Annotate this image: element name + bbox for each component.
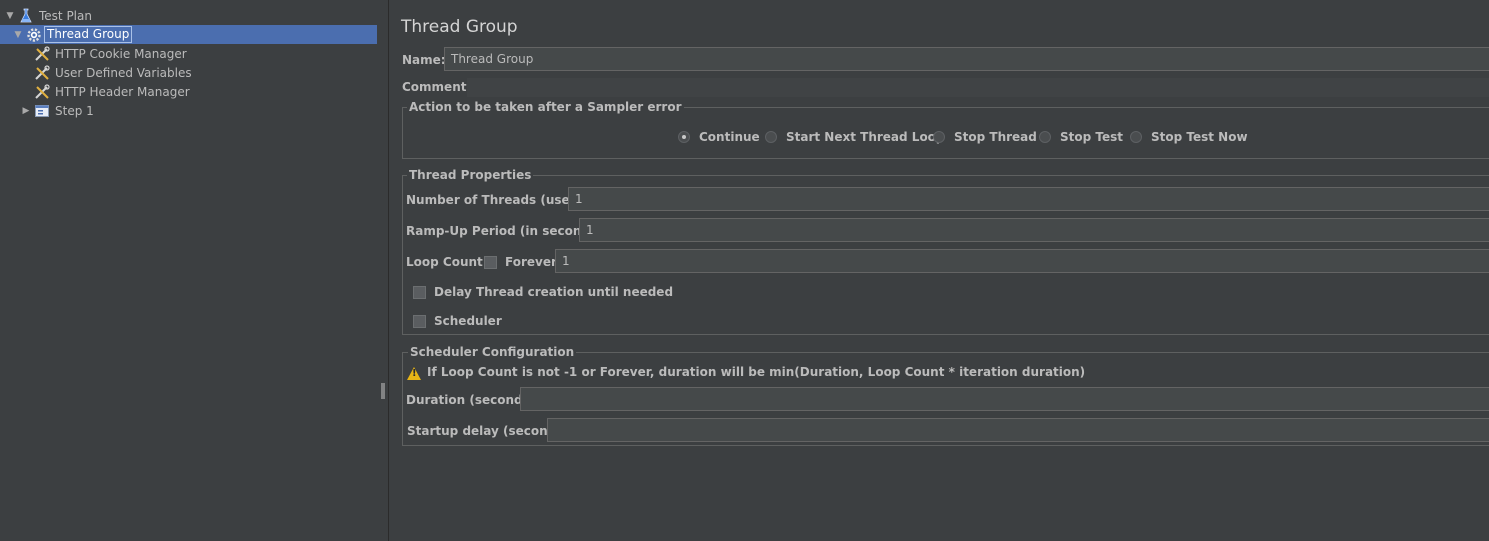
scheduler-label: Scheduler xyxy=(434,314,502,328)
page-title: Thread Group xyxy=(401,17,518,37)
expand-down-icon[interactable]: ▼ xyxy=(5,11,15,21)
threads-field[interactable]: 1 xyxy=(568,187,1489,211)
wrench-icon xyxy=(34,83,50,100)
wrench-icon xyxy=(34,64,50,81)
expand-down-icon[interactable]: ▼ xyxy=(13,30,23,40)
rampup-label: Ramp-Up Period (in seconds): xyxy=(406,224,608,238)
tree-item-label: User Defined Variables xyxy=(55,65,192,80)
tree-item-user-defined-variables[interactable]: User Defined Variables xyxy=(0,63,377,82)
checkbox-icon xyxy=(413,314,426,328)
radio-label: Stop Test xyxy=(1060,130,1123,144)
delay-thread-creation-checkbox[interactable]: Delay Thread creation until needed xyxy=(413,285,673,299)
radio-icon xyxy=(1130,131,1142,143)
rampup-field[interactable]: 1 xyxy=(579,218,1489,242)
radio-start-next-thread-loop[interactable]: Start Next Thread Loop xyxy=(765,130,945,144)
tree-item-thread-group[interactable]: ▼ Thread Group xyxy=(0,25,377,44)
radio-stop-thread[interactable]: Stop Thread xyxy=(933,130,1037,144)
tree-item-test-plan[interactable]: ▼ Test Plan xyxy=(0,6,377,25)
name-label: Name: xyxy=(402,53,446,67)
test-plan-tree: ▼ Test Plan ▼ Thread Group HTTP Cookie M… xyxy=(0,0,379,541)
radio-label: Stop Thread xyxy=(954,130,1037,144)
tree-item-http-header-manager[interactable]: HTTP Header Manager xyxy=(0,82,377,101)
jmeter-window: ▼ Test Plan ▼ Thread Group HTTP Cookie M… xyxy=(0,0,1489,541)
radio-label: Start Next Thread Loop xyxy=(786,130,945,144)
radio-icon xyxy=(1039,131,1051,143)
checkbox-icon xyxy=(413,285,426,299)
loop-count-label: Loop Count: xyxy=(406,255,488,269)
thread-group-panel: Thread Group Name: Thread Group Comments… xyxy=(389,0,1489,541)
delay-thread-label: Delay Thread creation until needed xyxy=(434,285,674,299)
wrench-icon xyxy=(34,45,50,62)
startup-delay-field[interactable] xyxy=(547,418,1489,442)
duration-label: Duration (seconds) xyxy=(406,393,536,407)
name-field[interactable]: Thread Group xyxy=(444,47,1489,71)
scheduler-warning: If Loop Count is not -1 or Forever, dura… xyxy=(407,365,1086,380)
sampler-error-group: Action to be taken after a Sampler error… xyxy=(402,100,1489,159)
checkbox-icon xyxy=(484,255,497,269)
radio-label: Continue xyxy=(699,130,760,144)
sampler-error-title: Action to be taken after a Sampler error xyxy=(407,100,684,114)
tree-item-label: Step 1 xyxy=(55,103,94,118)
radio-icon xyxy=(933,131,945,143)
tree-item-label: Thread Group xyxy=(44,26,133,43)
radio-stop-test-now[interactable]: Stop Test Now xyxy=(1130,130,1248,144)
radio-continue[interactable]: Continue xyxy=(678,130,760,144)
startup-delay-label: Startup delay (seconds) xyxy=(407,424,569,438)
tree-item-step-1[interactable]: ▶ Step 1 xyxy=(0,101,377,120)
radio-icon xyxy=(765,131,777,143)
scheduler-configuration-group: Scheduler Configuration If Loop Count is… xyxy=(402,345,1489,446)
radio-selected-icon xyxy=(678,131,690,143)
thread-properties-title: Thread Properties xyxy=(407,168,534,182)
tree-item-label: Test Plan xyxy=(39,8,92,23)
forever-label: Forever xyxy=(505,255,557,269)
name-row: Name: Thread Group xyxy=(401,47,1489,73)
tree-item-label: HTTP Header Manager xyxy=(55,84,190,99)
duration-field[interactable] xyxy=(520,387,1489,411)
scheduler-configuration-title: Scheduler Configuration xyxy=(408,345,577,359)
tree-item-http-cookie-manager[interactable]: HTTP Cookie Manager xyxy=(0,44,377,63)
forever-checkbox[interactable]: Forever xyxy=(484,255,557,269)
warning-icon xyxy=(407,366,421,380)
gear-icon xyxy=(26,27,42,43)
scheduler-checkbox[interactable]: Scheduler xyxy=(413,314,502,328)
threads-label: Number of Threads (users): xyxy=(406,193,594,207)
comments-field[interactable] xyxy=(467,78,1489,97)
controller-icon xyxy=(34,103,50,119)
split-pane-divider[interactable] xyxy=(378,0,389,541)
expand-right-icon[interactable]: ▶ xyxy=(21,106,31,116)
radio-label: Stop Test Now xyxy=(1151,130,1248,144)
tree-item-label: HTTP Cookie Manager xyxy=(55,46,187,61)
thread-properties-group: Thread Properties Number of Threads (use… xyxy=(402,168,1489,335)
warning-text: If Loop Count is not -1 or Forever, dura… xyxy=(427,365,1086,379)
splitter-grip-icon xyxy=(381,383,385,399)
test-plan-icon xyxy=(18,8,34,24)
loop-count-field[interactable]: 1 xyxy=(555,249,1489,273)
radio-stop-test[interactable]: Stop Test xyxy=(1039,130,1123,144)
